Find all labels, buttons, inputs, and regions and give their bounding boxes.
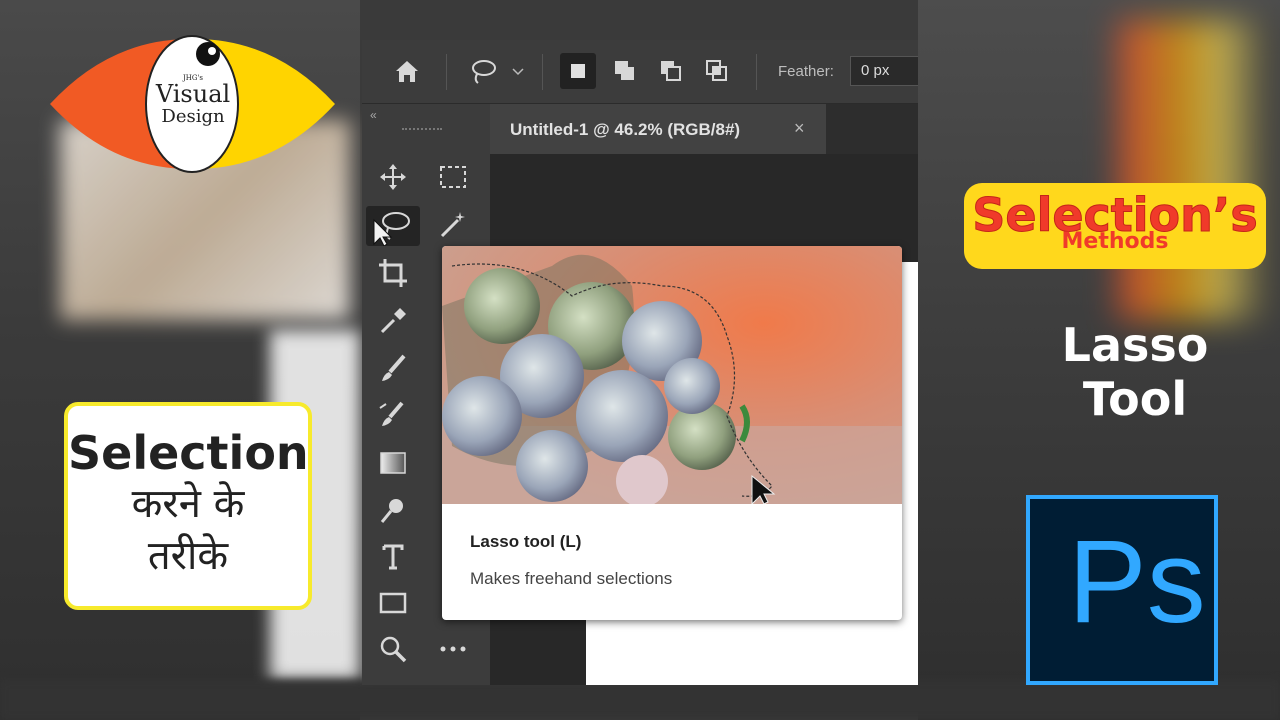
tooltip-description: Makes freehand selections [470, 569, 673, 588]
tooltip-title: Lasso tool (L) [470, 532, 582, 551]
ps-logo-text: Ps [1068, 516, 1206, 648]
add-to-selection-icon[interactable] [610, 56, 640, 86]
magic-wand-tool-icon[interactable] [436, 208, 470, 242]
document-tab[interactable]: Untitled-1 @ 46.2% (RGB/8#) × [490, 104, 826, 154]
new-selection-icon[interactable] [560, 53, 596, 89]
gradient-tool-icon[interactable] [376, 446, 410, 480]
more-tools-icon[interactable] [436, 632, 470, 666]
badge-line3: तरीके [147, 533, 229, 579]
eyedropper-tool-icon[interactable] [376, 304, 410, 338]
photoshop-window: Feather: 0 px « Untitled-1 @ 46.2% (RGB/… [362, 40, 918, 685]
subtract-from-selection-icon[interactable] [656, 56, 686, 86]
selection-methods-hindi-badge: Selection करने के तरीके [64, 402, 312, 610]
type-tool-icon[interactable] [376, 540, 410, 574]
intersect-selection-icon[interactable] [702, 56, 732, 86]
crop-tool-icon[interactable] [376, 256, 410, 290]
lasso-tool-icon[interactable] [366, 206, 420, 246]
options-bar: Feather: 0 px [362, 40, 918, 104]
document-tab-title: Untitled-1 @ 46.2% (RGB/8#) [510, 120, 741, 139]
collapse-panel-icon[interactable]: « [370, 108, 377, 122]
home-icon[interactable] [392, 56, 422, 86]
feather-input[interactable]: 0 px [850, 56, 918, 86]
heading-line1: Lasso [1061, 318, 1209, 372]
chevron-down-icon[interactable] [510, 56, 526, 86]
feather-label: Feather: [778, 63, 834, 80]
rectangle-tool-icon[interactable] [376, 586, 410, 620]
panel-grip[interactable] [402, 128, 442, 134]
selections-methods-badge: Selection’s Methods [964, 183, 1266, 269]
marquee-tool-icon[interactable] [436, 160, 470, 194]
close-icon[interactable]: × [794, 118, 805, 139]
lasso-icon[interactable] [468, 56, 498, 86]
badge-line2: करने के [131, 481, 245, 527]
logo-text-line1: Visual [155, 80, 231, 108]
dodge-tool-icon[interactable] [376, 494, 410, 528]
logo-text-line2: Design [161, 106, 225, 127]
brush-tool-icon[interactable] [376, 352, 410, 386]
heading-line2: Tool [1082, 372, 1188, 426]
clone-stamp-tool-icon[interactable] [376, 398, 410, 432]
document-tab-bar: Untitled-1 @ 46.2% (RGB/8#) × [490, 104, 918, 154]
zoom-tool-icon[interactable] [376, 632, 410, 666]
lasso-tool-heading: Lasso Tool [1010, 318, 1260, 426]
badge-line1: Selection [68, 426, 309, 480]
tooltip-preview-image [442, 246, 902, 507]
visual-design-logo: JHG's Visual Design [50, 34, 335, 174]
lasso-tool-tooltip: Lasso tool (L) Makes freehand selections [442, 246, 902, 620]
move-tool-icon[interactable] [376, 160, 410, 194]
photoshop-logo: Ps [1026, 495, 1218, 685]
